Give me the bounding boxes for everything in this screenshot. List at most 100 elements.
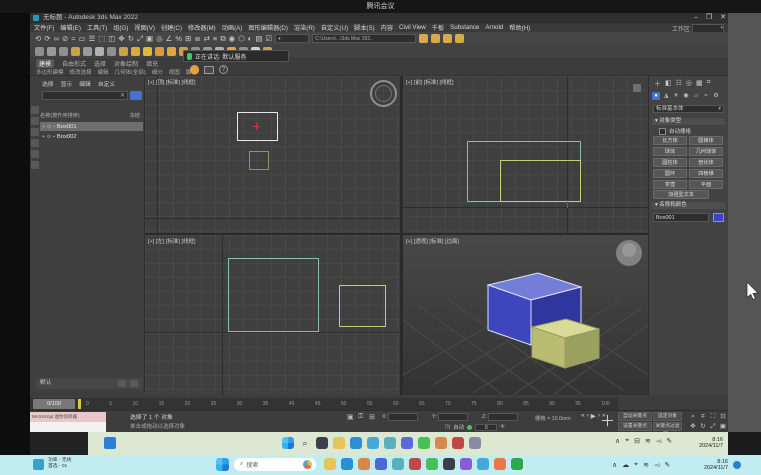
- filter-helpers-icon[interactable]: [31, 161, 39, 169]
- filter-geometry-icon[interactable]: [31, 117, 39, 125]
- plugin-toolbar-icon-8[interactable]: [131, 47, 140, 56]
- name-column-header[interactable]: 名称(按升序排序): [40, 113, 80, 119]
- selection-lock-icon[interactable]: ⚿: [358, 413, 363, 421]
- footer-icon-b[interactable]: [130, 380, 138, 387]
- toolbar-icon-2[interactable]: ∞: [54, 33, 59, 44]
- primitive-type-dropdown[interactable]: ▾ 标准基本体: [653, 105, 724, 113]
- menu-item-4[interactable]: 视图(V): [134, 23, 155, 32]
- object-name[interactable]: Box001: [57, 124, 77, 130]
- ribbon-tab-populate[interactable]: 填充: [146, 59, 158, 68]
- utilities-tab-icon[interactable]: ⌗: [707, 79, 711, 89]
- ribbon-panel-3[interactable]: 几何体(全部): [115, 68, 146, 76]
- frame-tick-14[interactable]: 70: [445, 398, 451, 410]
- maxscript-mini-listener[interactable]: MAXScript 迷你侦听器: [30, 412, 106, 422]
- y-input[interactable]: [438, 413, 468, 421]
- modify-tab-icon[interactable]: ◧: [665, 79, 672, 89]
- minimize-button[interactable]: –: [694, 13, 698, 23]
- toolbar-icon-18[interactable]: ⇄: [204, 33, 210, 44]
- plugin-toolbar-icon-6[interactable]: [107, 47, 116, 56]
- toolbar-icon-8[interactable]: ◫: [108, 33, 115, 44]
- current-frame-field[interactable]: 0: [475, 424, 497, 431]
- primitive-button-1[interactable]: 圆锥体: [689, 136, 723, 145]
- plugin-toolbar-icon-3[interactable]: [71, 47, 80, 56]
- frame-tick-0[interactable]: 0: [86, 398, 89, 410]
- filter-lights-icon[interactable]: [31, 139, 39, 147]
- toolbar-icon-4[interactable]: ≈: [71, 33, 75, 44]
- toolbar-icon-9[interactable]: ✥: [118, 33, 124, 44]
- primitive-button-7[interactable]: 四棱锥: [689, 169, 723, 178]
- task-view-icon[interactable]: [316, 437, 328, 449]
- set-key-button[interactable]: 设置关键点: [618, 422, 652, 431]
- wechat-icon[interactable]: [418, 437, 430, 449]
- app-icon-2[interactable]: [384, 437, 396, 449]
- export-folder-icon[interactable]: [455, 34, 464, 43]
- primitive-button-9[interactable]: 平面: [689, 180, 723, 189]
- menu-item-6[interactable]: 修改器(M): [188, 23, 216, 32]
- menu-item-0[interactable]: 文件(F): [34, 23, 54, 32]
- set-key-icon[interactable]: ✛: [500, 424, 505, 430]
- file-explorer-icon[interactable]: [324, 458, 336, 470]
- tray-volume-icon[interactable]: ◅: [654, 461, 659, 469]
- plugin-toolbar-icon-4[interactable]: [83, 47, 92, 56]
- taskbar-widget[interactable]: 功率 - 无线 首选 - 01: [48, 458, 71, 470]
- primitive-button-2[interactable]: 球体: [653, 147, 687, 156]
- frame-tick-1[interactable]: 5: [109, 398, 112, 410]
- local-clock[interactable]: 8:16 2024/11/7: [700, 459, 728, 471]
- maxscript-listener-line[interactable]: [30, 422, 106, 432]
- toolbar-icon-6[interactable]: ☰: [88, 33, 95, 44]
- toolbar-icon-10[interactable]: ↻: [128, 33, 134, 44]
- plugin-toolbar-icon-5[interactable]: [95, 47, 104, 56]
- app-icon-2[interactable]: [375, 458, 387, 470]
- primitive-button-0[interactable]: 长方体: [653, 136, 687, 145]
- frame-tick-16[interactable]: 80: [497, 398, 503, 410]
- explorer-search-button[interactable]: [130, 91, 142, 100]
- toolbar-icon-19[interactable]: ≡: [213, 33, 217, 44]
- shapes-category-icon[interactable]: ◮: [662, 92, 670, 100]
- taskbar-search-box[interactable]: ⌕ 搜索: [234, 458, 316, 471]
- helpers-category-icon[interactable]: ▱: [692, 92, 700, 100]
- ribbon-tab-object-paint[interactable]: 对象绘制: [114, 59, 138, 68]
- frame-tick-13[interactable]: 65: [419, 398, 425, 410]
- app-icon-1[interactable]: [367, 437, 379, 449]
- footer-icon-a[interactable]: [118, 380, 126, 387]
- app-icon-8[interactable]: [511, 458, 523, 470]
- scene-object-row[interactable]: + ⊙ ▪ Box001: [40, 122, 143, 131]
- viewport-front[interactable]: [+] [前] [标准] [线框]: [403, 76, 648, 233]
- time-slider[interactable]: 0/100: [33, 399, 75, 409]
- app-icon-6[interactable]: [460, 458, 472, 470]
- viewport-left-label[interactable]: [+] [左] [标准] [线框]: [148, 237, 196, 245]
- toolbar-icon-3[interactable]: ⊘: [62, 33, 68, 44]
- frame-tick-9[interactable]: 45: [315, 398, 321, 410]
- time-slider-caret[interactable]: [78, 399, 81, 409]
- shared-clock[interactable]: 8:16 2024/11/7: [685, 437, 723, 449]
- explorer-menu-3[interactable]: 自定义: [98, 79, 115, 88]
- viewport-splitter-vertical[interactable]: [400, 76, 403, 395]
- object-name-field[interactable]: Box001: [653, 213, 709, 222]
- frame-tick-12[interactable]: 60: [393, 398, 399, 410]
- primitive-button-5[interactable]: 管状体: [689, 158, 723, 167]
- edge-browser-icon[interactable]: [350, 437, 362, 449]
- project-folder-dropdown[interactable]: C:\Users\...\3ds Max 202..: [312, 34, 416, 43]
- x-input[interactable]: [388, 413, 418, 421]
- object-name[interactable]: Box002: [57, 134, 77, 140]
- toolbar-icon-0[interactable]: ⟲: [35, 33, 41, 44]
- menu-item-2[interactable]: 工具(T): [87, 23, 107, 32]
- hierarchy-tab-icon[interactable]: ☷: [676, 79, 682, 89]
- tray-pen-icon[interactable]: ✎: [666, 437, 672, 445]
- tray-chevron-icon[interactable]: ∧: [615, 437, 620, 445]
- toolbar-icon-1[interactable]: ⟳: [44, 33, 50, 44]
- viewport-splitter-horizontal[interactable]: [145, 233, 648, 235]
- zoom-all-icon[interactable]: ⌗: [698, 412, 708, 422]
- widgets-icon[interactable]: [104, 437, 116, 449]
- maximize-button[interactable]: ❐: [706, 13, 712, 23]
- filter-cameras-icon[interactable]: [31, 150, 39, 158]
- frame-tick-10[interactable]: 50: [341, 398, 347, 410]
- isolate-selection-icon[interactable]: ▣: [347, 413, 354, 421]
- app-icon-4[interactable]: [435, 437, 447, 449]
- app-icon-6[interactable]: [469, 437, 481, 449]
- toolbar-icon-5[interactable]: ▭: [78, 33, 85, 44]
- tray-volume-icon[interactable]: ◅: [656, 437, 661, 445]
- transport-button-1[interactable]: ‹: [587, 412, 589, 420]
- viewport-top-label[interactable]: [+] [顶] [标准] [线框]: [148, 78, 196, 86]
- auto-toggle-label[interactable]: 自动: [453, 423, 464, 431]
